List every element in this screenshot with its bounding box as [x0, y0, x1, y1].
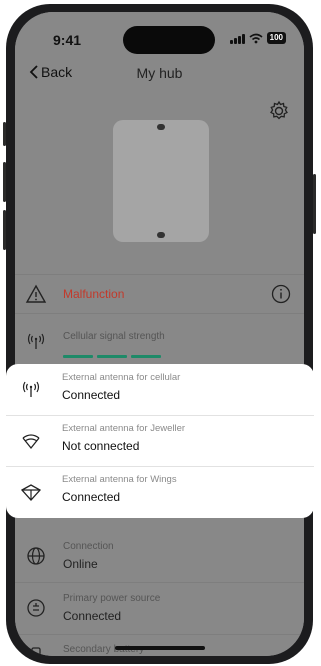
signal-bar [97, 355, 127, 358]
battery-indicator: 100 [266, 32, 286, 44]
volume-up-button [3, 162, 6, 202]
globe-icon [27, 547, 45, 565]
hub-device-image [113, 120, 209, 242]
jeweller-antenna-icon [22, 434, 40, 450]
wifi-icon [249, 33, 263, 43]
primary-power-value: Connected [63, 609, 122, 623]
card-item-wings-antenna[interactable]: External antenna for Wings Connected [6, 466, 314, 517]
card-item-cellular-antenna[interactable]: External antenna for cellular Connected [6, 364, 314, 416]
app-screen: 9:41 100 Back My hub Malfunction Cellula… [15, 12, 304, 656]
phone-screen: 9:41 100 Back My hub Malfunction Cellula… [15, 12, 304, 656]
cellular-antenna-icon [22, 381, 40, 397]
page-title: My hub [136, 65, 183, 81]
malfunction-label: Malfunction [63, 287, 125, 301]
signal-bar [131, 355, 161, 358]
connection-label: Connection [63, 541, 114, 552]
card-item-label: External antenna for Wings [62, 474, 177, 485]
status-icons: 100 [229, 32, 286, 44]
power-button [313, 174, 316, 234]
home-indicator[interactable] [115, 646, 205, 650]
battery-icon [31, 647, 41, 656]
card-item-label: External antenna for Jeweller [62, 423, 186, 434]
connection-row[interactable]: Connection Online [15, 530, 304, 583]
gear-icon[interactable] [268, 100, 290, 122]
status-bar: 9:41 100 [15, 12, 304, 56]
cellular-signal-label: Cellular signal strength [63, 331, 165, 342]
power-plug-icon [27, 599, 45, 617]
phone-frame: 9:41 100 Back My hub Malfunction Cellula… [3, 4, 316, 664]
warning-icon [25, 284, 47, 303]
silent-switch [3, 122, 6, 146]
antenna-card: External antenna for cellular Connected … [6, 364, 314, 518]
device-notch-bottom [157, 232, 165, 238]
malfunction-row[interactable]: Malfunction [15, 274, 304, 314]
primary-power-label: Primary power source [63, 593, 161, 604]
navigation-bar: Back My hub [15, 56, 304, 90]
wings-antenna-icon [20, 484, 42, 501]
card-item-label: External antenna for cellular [62, 372, 181, 383]
cellular-antenna-icon [27, 333, 45, 349]
signal-bar [63, 355, 93, 358]
device-notch-top [157, 124, 165, 130]
status-time: 9:41 [53, 32, 82, 48]
card-item-jeweller-antenna[interactable]: External antenna for Jeweller Not connec… [6, 415, 314, 467]
volume-down-button [3, 210, 6, 250]
secondary-battery-row[interactable]: Secondary battery [15, 634, 304, 656]
info-icon[interactable] [270, 283, 292, 305]
connection-value: Online [63, 557, 98, 571]
card-item-value: Not connected [62, 439, 140, 453]
card-item-value: Connected [62, 388, 121, 402]
signal-strength-bars [63, 355, 161, 358]
card-item-value: Connected [62, 490, 121, 504]
primary-power-row[interactable]: Primary power source Connected [15, 582, 304, 635]
dynamic-island [123, 26, 215, 54]
cellular-signal-icon [229, 33, 245, 44]
